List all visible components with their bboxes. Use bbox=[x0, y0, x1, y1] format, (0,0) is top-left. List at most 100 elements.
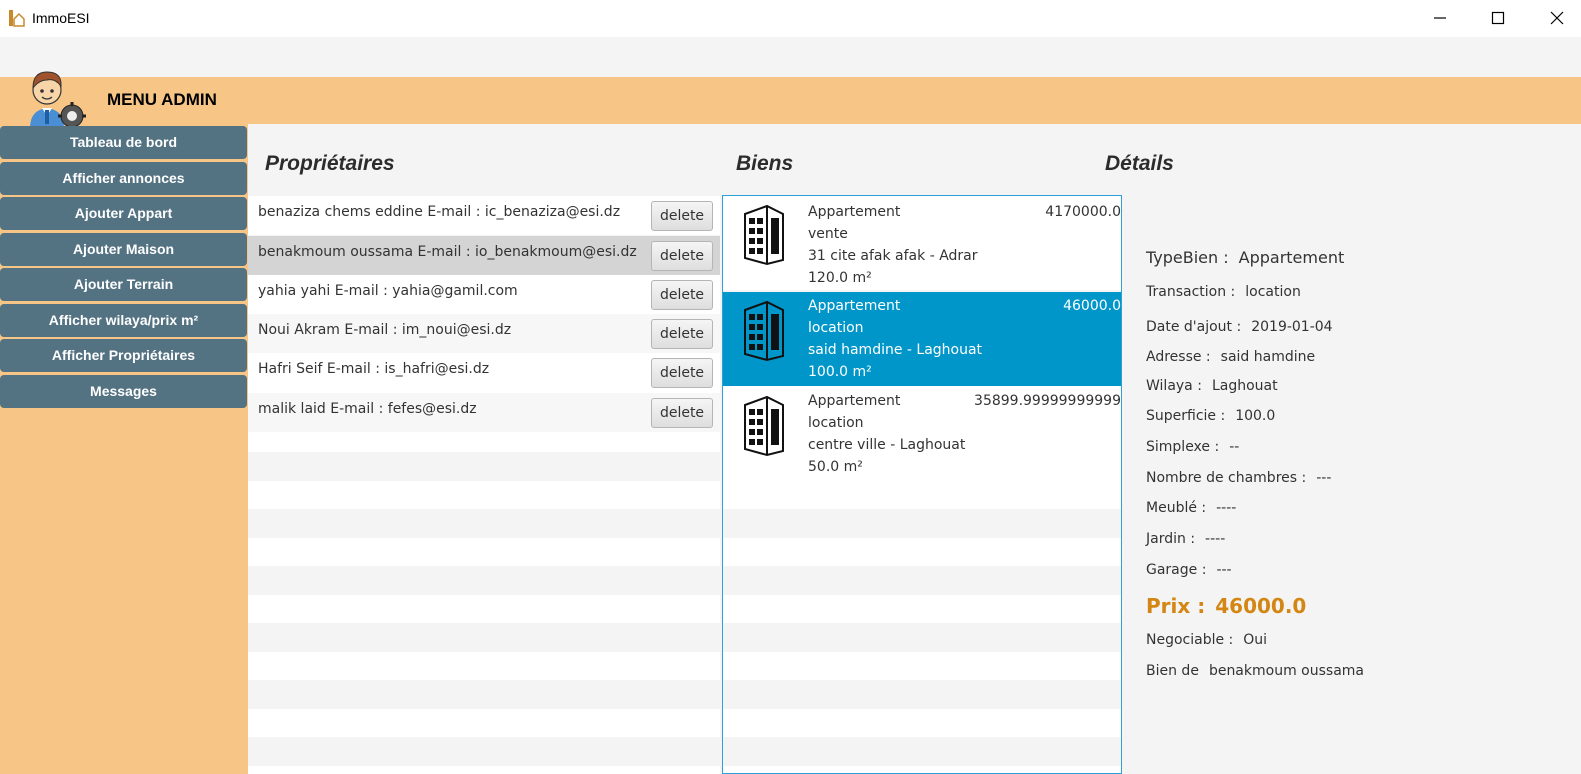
sidebar-item-messages[interactable]: Messages bbox=[0, 374, 247, 408]
good-transaction: location bbox=[808, 415, 864, 431]
building-icon bbox=[744, 300, 784, 362]
detail-garage: Garage : --- bbox=[1146, 562, 1232, 578]
close-icon[interactable] bbox=[1545, 6, 1569, 30]
delete-button[interactable]: delete bbox=[651, 358, 713, 388]
list-item[interactable]: Appartement location centre ville - Lagh… bbox=[723, 387, 1121, 481]
detail-value: --- bbox=[1216, 562, 1232, 578]
good-transaction: vente bbox=[808, 226, 848, 242]
list-item[interactable]: benakmoum oussama E-mail : io_benakmoum@… bbox=[248, 236, 720, 275]
admin-avatar-icon bbox=[30, 71, 86, 130]
detail-value: said hamdine bbox=[1220, 349, 1316, 365]
detail-label: TypeBien : bbox=[1146, 248, 1229, 267]
building-icon bbox=[744, 204, 784, 266]
detail-value: -- bbox=[1229, 439, 1240, 455]
sidebar-item-ajouter-terrain[interactable]: Ajouter Terrain bbox=[0, 268, 247, 301]
good-address: said hamdine - Laghouat bbox=[808, 342, 983, 358]
detail-label: Transaction : bbox=[1146, 284, 1236, 300]
detail-meuble: Meublé : ---- bbox=[1146, 500, 1236, 516]
price-label: Prix : bbox=[1146, 594, 1206, 618]
good-surface: 100.0 m² bbox=[808, 364, 872, 380]
detail-superficie: Superficie : 100.0 bbox=[1146, 408, 1275, 424]
detail-owner: Bien de benakmoum oussama bbox=[1146, 663, 1364, 679]
good-type: Appartement bbox=[808, 204, 901, 220]
detail-label: Bien de bbox=[1146, 663, 1199, 679]
detail-value: benakmoum oussama bbox=[1208, 663, 1364, 679]
list-item[interactable]: benaziza chems eddine E-mail : ic_benazi… bbox=[248, 196, 720, 235]
list-item[interactable]: Noui Akram E-mail : im_noui@esi.dz delet… bbox=[248, 314, 720, 353]
sidebar-item-afficher-proprietaires[interactable]: Afficher Propriétaires bbox=[0, 339, 247, 372]
detail-value: ---- bbox=[1205, 531, 1226, 547]
sidebar-item-ajouter-appart[interactable]: Ajouter Appart bbox=[0, 197, 247, 230]
price-value: 46000.0 bbox=[1215, 594, 1307, 618]
owner-label: Hafri Seif E-mail : is_hafri@esi.dz bbox=[258, 361, 490, 377]
detail-wilaya: Wilaya : Laghouat bbox=[1146, 378, 1278, 394]
good-address: centre ville - Laghouat bbox=[808, 437, 966, 453]
detail-label: Adresse : bbox=[1146, 349, 1211, 365]
delete-button[interactable]: delete bbox=[651, 398, 713, 428]
minimize-icon[interactable] bbox=[1428, 6, 1452, 30]
delete-button[interactable]: delete bbox=[651, 201, 713, 231]
delete-button[interactable]: delete bbox=[651, 280, 713, 310]
good-type: Appartement bbox=[808, 298, 901, 314]
list-item[interactable]: Appartement vente 31 cite afak afak - Ad… bbox=[723, 196, 1121, 290]
good-address: 31 cite afak afak - Adrar bbox=[808, 248, 978, 264]
list-item[interactable]: yahia yahi E-mail : yahia@gamil.com dele… bbox=[248, 275, 720, 314]
list-item[interactable]: malik laid E-mail : fefes@esi.dz delete bbox=[248, 393, 720, 432]
sidebar-item-afficher-annonces[interactable]: Afficher annonces bbox=[0, 161, 247, 195]
good-surface: 120.0 m² bbox=[808, 270, 872, 286]
title-bar: ImmoESI bbox=[0, 0, 1581, 37]
detail-label: Meublé : bbox=[1146, 500, 1207, 516]
detail-label: Wilaya : bbox=[1146, 378, 1202, 394]
sidebar-item-afficher-wilaya-prix[interactable]: Afficher wilaya/prix m² bbox=[0, 303, 247, 337]
building-icon bbox=[744, 395, 784, 457]
window-title: ImmoESI bbox=[32, 10, 90, 26]
detail-adresse: Adresse : said hamdine bbox=[1146, 349, 1315, 365]
maximize-icon[interactable] bbox=[1486, 6, 1510, 30]
detail-label: Garage : bbox=[1146, 562, 1207, 578]
owners-list[interactable]: benaziza chems eddine E-mail : ic_benazi… bbox=[248, 196, 720, 774]
detail-label: Negociable : bbox=[1146, 632, 1234, 648]
detail-transaction: Transaction : location bbox=[1146, 284, 1301, 300]
details-title: Détails bbox=[1105, 152, 1174, 175]
delete-button[interactable]: delete bbox=[651, 319, 713, 349]
detail-value: Appartement bbox=[1238, 248, 1345, 267]
detail-label: Superficie : bbox=[1146, 408, 1226, 424]
sidebar: Tableau de bord Afficher annonces Ajoute… bbox=[0, 126, 248, 410]
goods-title: Biens bbox=[736, 152, 794, 175]
app-logo-icon bbox=[9, 10, 25, 27]
detail-value: location bbox=[1245, 284, 1301, 300]
detail-value: ---- bbox=[1216, 500, 1237, 516]
detail-value: --- bbox=[1316, 470, 1332, 486]
toolbar-strip bbox=[0, 37, 1581, 77]
detail-simplexe: Simplexe : -- bbox=[1146, 439, 1239, 455]
good-surface: 50.0 m² bbox=[808, 459, 863, 475]
list-item[interactable]: Appartement location said hamdine - Lagh… bbox=[723, 292, 1121, 386]
sidebar-item-ajouter-maison[interactable]: Ajouter Maison bbox=[0, 232, 247, 266]
goods-list[interactable]: Appartement vente 31 cite afak afak - Ad… bbox=[722, 195, 1122, 774]
good-type: Appartement bbox=[808, 393, 901, 409]
detail-prix: Prix : 46000.0 bbox=[1146, 594, 1306, 618]
detail-jardin: Jardin : ---- bbox=[1146, 531, 1225, 547]
good-price: 35899.99999999999 bbox=[974, 393, 1121, 409]
detail-date: Date d'ajout : 2019-01-04 bbox=[1146, 319, 1333, 335]
owner-label: benaziza chems eddine E-mail : ic_benazi… bbox=[258, 204, 621, 220]
detail-label: Jardin : bbox=[1146, 531, 1196, 547]
delete-button[interactable]: delete bbox=[651, 241, 713, 271]
detail-value: 100.0 bbox=[1235, 408, 1276, 424]
main-content: Propriétaires Biens Détails benaziza che… bbox=[248, 124, 1581, 774]
good-price: 46000.0 bbox=[1063, 298, 1121, 314]
sidebar-item-tableau-de-bord[interactable]: Tableau de bord bbox=[0, 126, 247, 159]
owner-label: benakmoum oussama E-mail : io_benakmoum@… bbox=[258, 244, 637, 260]
good-price: 4170000.0 bbox=[1045, 204, 1121, 220]
detail-value: Oui bbox=[1243, 632, 1268, 648]
detail-negociable: Negociable : Oui bbox=[1146, 632, 1267, 648]
detail-label: Nombre de chambres : bbox=[1146, 470, 1307, 486]
detail-chambres: Nombre de chambres : --- bbox=[1146, 470, 1331, 486]
list-item[interactable]: Hafri Seif E-mail : is_hafri@esi.dz dele… bbox=[248, 353, 720, 392]
owner-label: Noui Akram E-mail : im_noui@esi.dz bbox=[258, 322, 512, 338]
menu-title: MENU ADMIN bbox=[107, 90, 217, 109]
good-transaction: location bbox=[808, 320, 864, 336]
owner-label: yahia yahi E-mail : yahia@gamil.com bbox=[258, 283, 518, 299]
detail-label: Date d'ajout : bbox=[1146, 319, 1242, 335]
detail-label: Simplexe : bbox=[1146, 439, 1220, 455]
